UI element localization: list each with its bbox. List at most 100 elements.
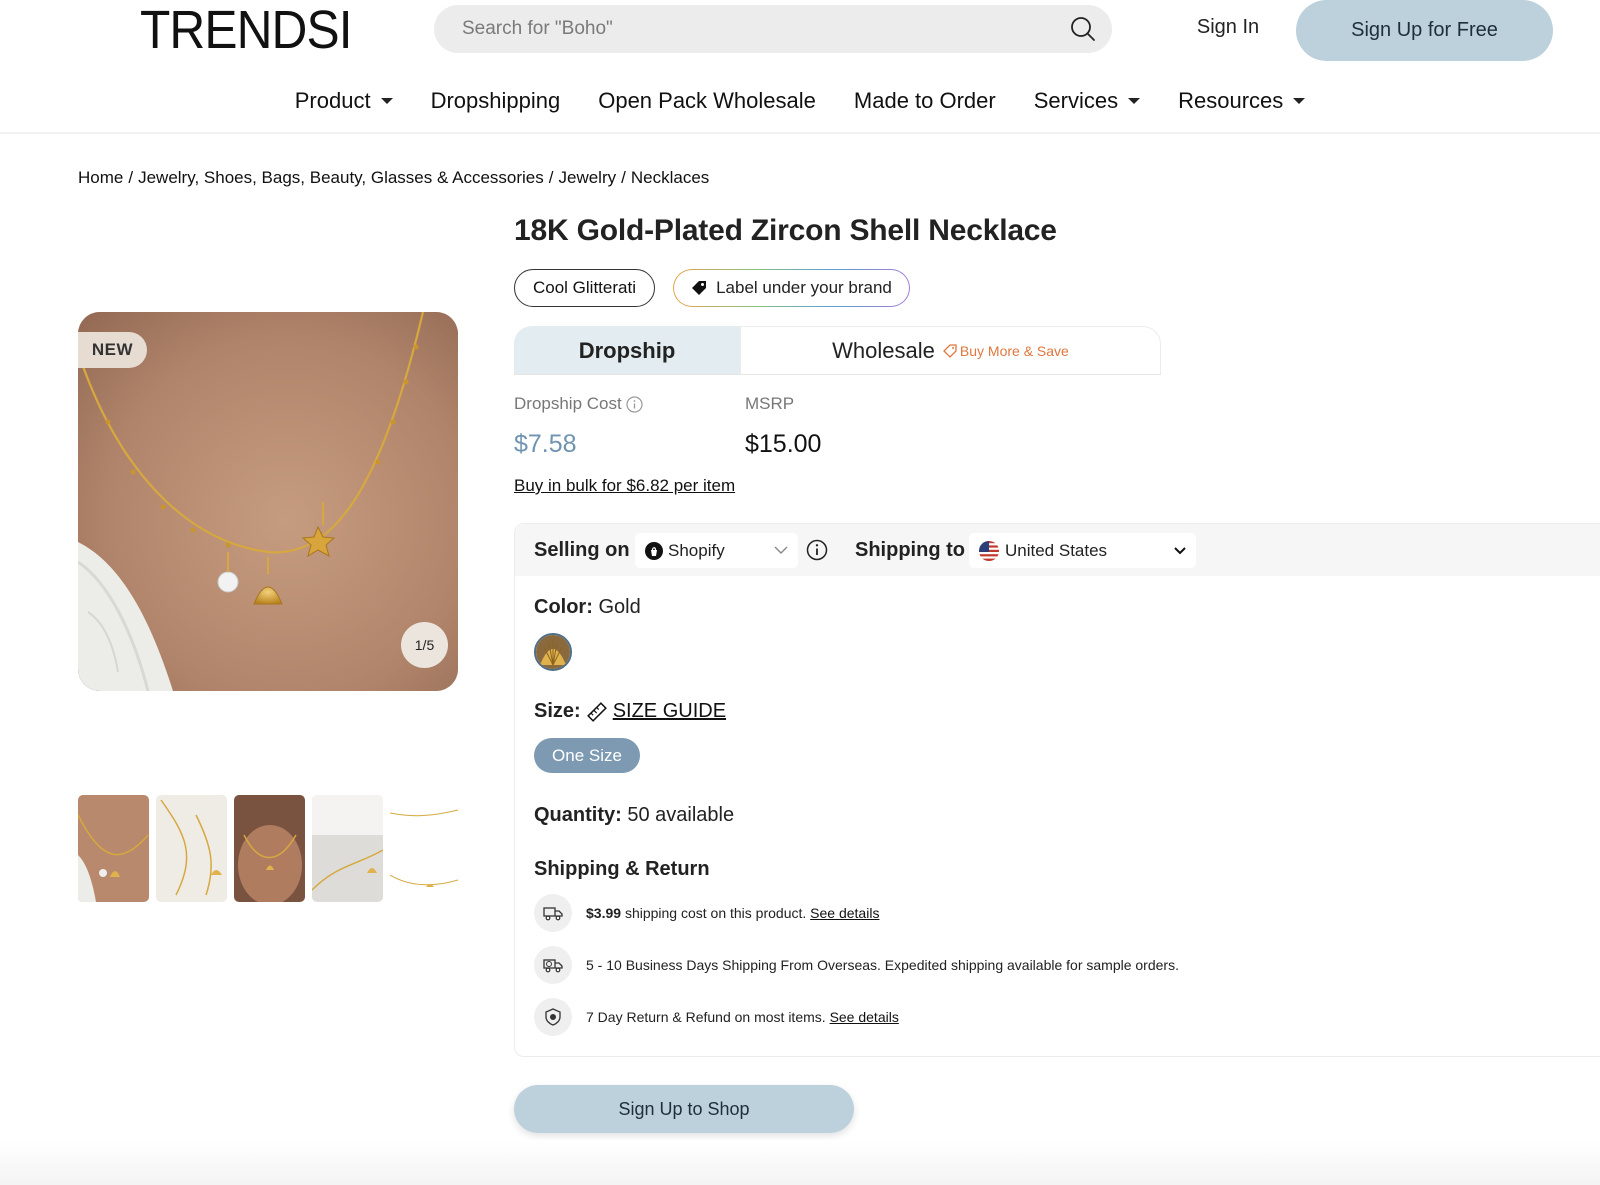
- breadcrumb-separator: /: [548, 168, 554, 187]
- see-details-link[interactable]: See details: [810, 905, 879, 921]
- quantity-value: 50 available: [627, 804, 735, 826]
- shipping-cost-text: $3.99 shipping cost on this product. See…: [586, 905, 879, 921]
- dropship-cost-value: $7.58: [514, 430, 577, 458]
- msrp-value: $15.00: [745, 430, 822, 458]
- return-policy-desc: 7 Day Return & Refund on most items.: [586, 1009, 826, 1025]
- quantity-label: Quantity: 50 available: [534, 804, 734, 827]
- nav-product[interactable]: Product: [276, 82, 412, 120]
- color-label: Color: Gold: [534, 596, 641, 619]
- label-chip-text: Label under your brand: [716, 278, 892, 297]
- us-flag-icon: [979, 540, 999, 561]
- nav-product-label: Product: [294, 88, 371, 113]
- color-value: Gold: [598, 596, 641, 618]
- footer-band: [0, 1140, 1600, 1185]
- tag-outline-icon: [942, 344, 957, 358]
- return-policy-text: 7 Day Return & Refund on most items. See…: [586, 1009, 899, 1025]
- header-divider: [0, 132, 1600, 134]
- caret-down-icon: [380, 98, 393, 104]
- sign-up-button[interactable]: Sign Up for Free: [1296, 0, 1553, 61]
- sign-up-to-shop-button[interactable]: Sign Up to Shop: [514, 1085, 854, 1133]
- quantity-label-text: Quantity:: [534, 804, 622, 826]
- thumbnail-image: [390, 809, 458, 887]
- thumbnail-1[interactable]: [78, 795, 149, 902]
- selling-on-label: Selling on: [534, 539, 630, 561]
- return-policy-row: 7 Day Return & Refund on most items. See…: [534, 998, 899, 1036]
- promo-text: Buy More & Save: [959, 343, 1069, 359]
- buy-in-bulk-link[interactable]: Buy in bulk for $6.82 per item: [514, 476, 735, 496]
- tag-icon: [692, 281, 707, 295]
- shipping-return-title: Shipping & Return: [534, 858, 710, 880]
- necklace-photo: [78, 312, 458, 691]
- country-value: United States: [1005, 540, 1108, 560]
- nav-services[interactable]: Services: [1015, 82, 1159, 120]
- tabs-divider: [514, 374, 1161, 375]
- thumbnail-4[interactable]: [312, 795, 383, 902]
- breadcrumb-necklaces[interactable]: Necklaces: [631, 168, 709, 188]
- chevron-down-icon: [774, 546, 788, 554]
- shipping-to-label: Shipping to: [855, 539, 965, 561]
- shipping-cost-desc: shipping cost on this product.: [624, 905, 807, 921]
- thumbnail-3[interactable]: [234, 795, 305, 902]
- thumbnail-5[interactable]: [390, 795, 458, 902]
- size-label: Size: SIZE GUIDE: [534, 700, 726, 723]
- tab-wholesale-label: Wholesale: [832, 338, 935, 363]
- nav-resources-label: Resources: [1178, 88, 1284, 113]
- breadcrumb-category[interactable]: Jewelry, Shoes, Bags, Beauty, Glasses & …: [138, 168, 544, 188]
- brand-chip[interactable]: Cool Glitterati: [514, 269, 655, 307]
- size-option-one-size[interactable]: One Size: [534, 738, 640, 773]
- search-icon[interactable]: [1070, 16, 1096, 42]
- country-select[interactable]: United States: [969, 533, 1196, 568]
- tab-dropship[interactable]: Dropship: [514, 326, 740, 375]
- dropship-cost-label: Dropship Cost: [514, 394, 643, 414]
- breadcrumb-home[interactable]: Home: [78, 168, 123, 188]
- msrp-label: MSRP: [745, 394, 795, 413]
- chevron-down-icon: [1174, 546, 1186, 554]
- shopify-icon: [645, 541, 663, 560]
- gold-shell-swatch: [536, 635, 570, 669]
- nav-made-to-order-label: Made to Order: [853, 88, 996, 113]
- nav-dropshipping[interactable]: Dropshipping: [412, 82, 580, 120]
- breadcrumb-separator: /: [621, 168, 626, 187]
- new-badge: NEW: [78, 332, 147, 368]
- info-icon[interactable]: [626, 395, 643, 413]
- caret-down-icon: [1293, 98, 1306, 104]
- shipping-time-text: 5 - 10 Business Days Shipping From Overs…: [586, 957, 1179, 973]
- shipping-time-row: 5 - 10 Business Days Shipping From Overs…: [534, 946, 1179, 984]
- sign-in-link[interactable]: Sign In: [1180, 16, 1276, 39]
- label-chip-inner: Label under your brand: [674, 270, 909, 306]
- search-bar[interactable]: [434, 5, 1112, 53]
- nav-made-to-order[interactable]: Made to Order: [835, 82, 1015, 120]
- main-nav: Product Dropshipping Open Pack Wholesale…: [0, 82, 1600, 120]
- main-product-image[interactable]: [78, 312, 458, 691]
- info-icon[interactable]: [806, 539, 828, 561]
- buy-more-save-promo: Buy More & Save: [942, 343, 1069, 359]
- color-label-text: Color:: [534, 596, 593, 618]
- nav-open-pack-wholesale[interactable]: Open Pack Wholesale: [579, 82, 835, 120]
- breadcrumb: Home / Jewelry, Shoes, Bags, Beauty, Glas…: [78, 168, 709, 188]
- trendsi-logo[interactable]: TRENDSI: [140, 2, 353, 58]
- thumbnail-image: [78, 814, 149, 902]
- nav-resources[interactable]: Resources: [1159, 82, 1324, 120]
- platform-select[interactable]: Shopify: [635, 533, 798, 568]
- image-counter: 1/5: [401, 622, 448, 668]
- size-label-text: Size:: [534, 700, 581, 722]
- breadcrumb-jewelry[interactable]: Jewelry: [559, 168, 617, 188]
- dropship-cost-label-text: Dropship Cost: [514, 394, 622, 413]
- color-swatch-gold[interactable]: [534, 633, 572, 671]
- shipping-cost-row: $3.99 shipping cost on this product. See…: [534, 894, 879, 932]
- platform-value: Shopify: [668, 540, 725, 560]
- breadcrumb-separator: /: [128, 168, 134, 187]
- see-details-link[interactable]: See details: [830, 1009, 899, 1025]
- label-under-brand-chip[interactable]: Label under your brand: [673, 269, 910, 307]
- tab-wholesale[interactable]: Wholesale Buy More & Save: [740, 326, 1161, 375]
- truck-icon: [534, 894, 572, 932]
- delivery-time-icon: [534, 946, 572, 984]
- shield-icon: [534, 998, 572, 1036]
- thumbnail-2[interactable]: [156, 795, 227, 902]
- product-title: 18K Gold-Plated Zircon Shell Necklace: [514, 214, 1057, 247]
- nav-dropshipping-label: Dropshipping: [430, 88, 561, 113]
- thumbnail-image: [312, 795, 383, 891]
- size-guide-link[interactable]: SIZE GUIDE: [613, 700, 726, 723]
- shipping-cost-price: $3.99: [586, 905, 622, 921]
- search-input[interactable]: [462, 5, 1062, 53]
